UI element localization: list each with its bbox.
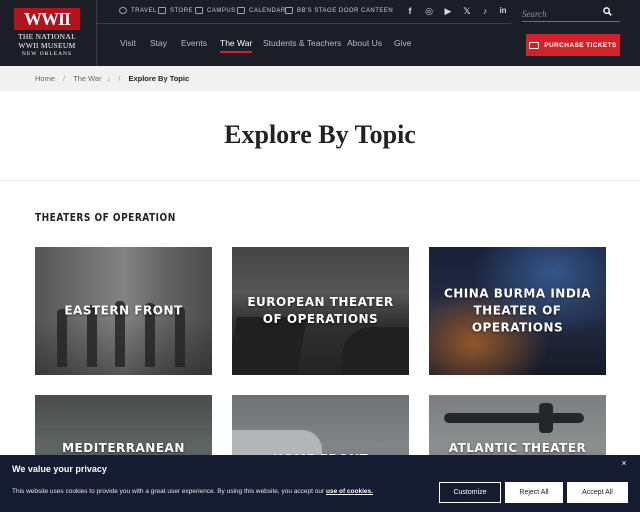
search-icon[interactable] [603, 7, 612, 16]
topic-card-china-burma-india[interactable]: China Burma India Theater of Operations [429, 247, 606, 375]
youtube-icon[interactable]: ▶ [442, 5, 454, 17]
utility-nav: Travel Store Campus Calendar BB's Stage … [96, 0, 511, 24]
calendar-icon [237, 7, 245, 14]
site-header: WWII The National WWII Museum New Orlean… [0, 0, 640, 66]
logo-line-2: WWII Museum [18, 40, 76, 50]
logo-line-3: New Orleans [21, 51, 73, 57]
page-title: Explore By Topic [224, 120, 416, 149]
utility-link-campus[interactable]: Campus [195, 7, 236, 14]
utility-link-label: Travel [131, 7, 157, 14]
utility-link-store[interactable]: Store [158, 7, 193, 14]
nav-item-about-us[interactable]: About Us [347, 38, 382, 48]
breadcrumb-the-war[interactable]: The War [73, 74, 101, 83]
store-icon [158, 7, 166, 14]
utility-link-label: Campus [207, 7, 236, 14]
nav-item-give[interactable]: Give [394, 38, 411, 48]
linkedin-icon[interactable]: in [497, 5, 509, 17]
ticket-icon [529, 41, 540, 49]
x-icon[interactable]: 𝕏 [461, 5, 473, 17]
customize-button[interactable]: Customize [439, 482, 501, 503]
breadcrumb-current: Explore By Topic [128, 74, 190, 83]
search-input[interactable] [522, 6, 600, 22]
museum-logo[interactable]: WWII The National WWII Museum New Orlean… [14, 8, 80, 58]
utility-link-calendar[interactable]: Calendar [237, 7, 286, 14]
logo-mark: WWII [14, 8, 80, 30]
breadcrumb-separator: / [63, 74, 66, 83]
close-icon[interactable]: × [619, 458, 629, 468]
nav-item-events[interactable]: Events [181, 38, 207, 48]
topic-card-label: European Theater of Operations [247, 295, 394, 326]
search-box [522, 4, 620, 22]
cookie-text: This website uses cookies to provide you… [12, 488, 373, 495]
nav-item-visit[interactable]: Visit [120, 38, 136, 48]
nav-item-students-teachers[interactable]: Students & Teachers [263, 38, 341, 48]
topic-card-label: Eastern Front [64, 303, 183, 318]
utility-link-label: Store [170, 7, 194, 14]
utility-link-label: BB's Stage Door Canteen [297, 7, 394, 14]
topic-card-european-theater[interactable]: European Theater of Operations [232, 247, 409, 375]
utility-link-canteen[interactable]: BB's Stage Door Canteen [285, 7, 393, 14]
utility-link-label: Calendar [249, 7, 286, 14]
reject-all-button[interactable]: Reject All [505, 482, 563, 503]
cookie-message: This website uses cookies to provide you… [12, 488, 325, 495]
accept-all-button[interactable]: Accept All [567, 482, 628, 503]
canteen-icon [285, 7, 293, 14]
topic-card-label: China Burma India Theater of Operations [443, 286, 592, 335]
purchase-tickets-button[interactable]: Purchase Tickets [526, 34, 620, 56]
nav-item-stay[interactable]: Stay [150, 38, 167, 48]
cookie-title: We value your privacy [12, 464, 107, 474]
logo-mark-text: WWII [23, 8, 71, 29]
cookie-banner: We value your privacy × This website use… [0, 455, 640, 512]
breadcrumb-home[interactable]: Home [35, 74, 55, 83]
campus-icon [195, 7, 203, 14]
breadcrumb-separator: / [118, 74, 121, 83]
breadcrumb: Home / The War ↓ / Explore By Topic [0, 66, 640, 91]
section-title: Theaters of Operation [35, 211, 176, 224]
purchase-tickets-label: Purchase Tickets [544, 41, 617, 49]
topic-card-eastern-front[interactable]: Eastern Front [35, 247, 212, 375]
facebook-icon[interactable]: f [404, 5, 416, 17]
nav-item-the-war[interactable]: The War [220, 38, 253, 53]
instagram-icon[interactable]: ◎ [423, 5, 435, 17]
arrow-down-icon[interactable]: ↓ [107, 74, 111, 83]
map-pin-icon [119, 7, 127, 14]
divider [0, 180, 640, 181]
utility-link-travel[interactable]: Travel [119, 7, 157, 14]
cookie-policy-link[interactable]: use of cookies. [326, 488, 373, 495]
tiktok-icon[interactable]: ♪ [479, 5, 491, 17]
main-nav: Visit Stay Events The War Students & Tea… [96, 24, 411, 66]
